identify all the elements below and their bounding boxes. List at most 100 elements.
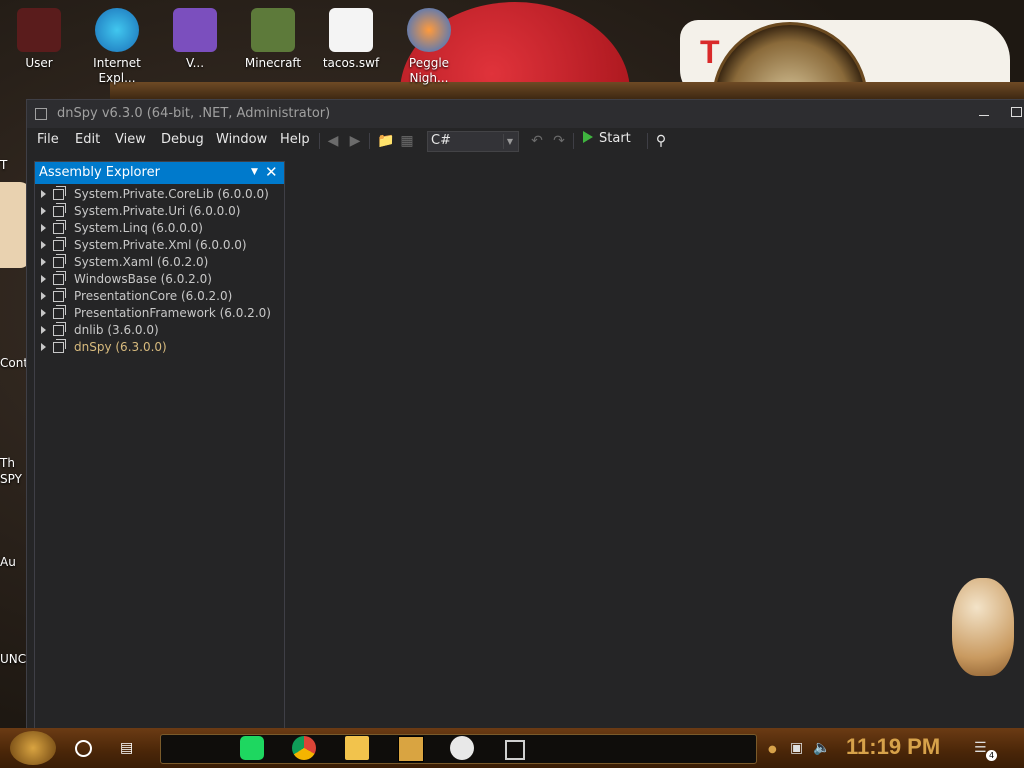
assembly-explorer-header[interactable]: Assembly Explorer ▼ ✕ [35, 162, 284, 184]
assembly-icon [53, 203, 66, 217]
redo-icon[interactable]: ↷ [551, 133, 567, 149]
assembly-icon [53, 271, 66, 285]
start-debugging-button[interactable]: Start [583, 131, 631, 151]
hamster-desktop-pet[interactable] [952, 578, 1014, 676]
assembly-label: System.Private.Uri (6.0.0.0) [74, 204, 241, 218]
close-icon[interactable]: ✕ [265, 163, 278, 181]
tray-chevron-icon[interactable]: ● [768, 744, 777, 755]
menu-edit[interactable]: Edit [75, 132, 100, 147]
network-icon[interactable]: ▣ [790, 740, 803, 756]
assembly-tree-item[interactable]: System.Private.CoreLib (6.0.0.0) [35, 186, 284, 203]
start-button[interactable] [10, 731, 56, 765]
assembly-icon [53, 322, 66, 336]
assembly-label: PresentationFramework (6.0.2.0) [74, 306, 271, 320]
minimize-button[interactable] [977, 104, 993, 122]
assembly-tree-item[interactable]: System.Private.Xml (6.0.0.0) [35, 237, 284, 254]
search-circle-icon[interactable] [75, 740, 92, 757]
open-folder-icon[interactable]: 📁 [377, 133, 394, 149]
toolbar-separator [369, 133, 370, 149]
expand-arrow-icon[interactable] [41, 275, 46, 283]
assembly-explorer-panel: Assembly Explorer ▼ ✕ System.Private.Cor… [34, 161, 285, 730]
search-icon[interactable]: ⚲ [653, 133, 669, 149]
assembly-icon [53, 186, 66, 200]
assembly-tree-item[interactable]: PresentationFramework (6.0.2.0) [35, 305, 284, 322]
assembly-tree-item[interactable]: PresentationCore (6.0.2.0) [35, 288, 284, 305]
assembly-tree-item[interactable]: System.Linq (6.0.0.0) [35, 220, 284, 237]
maximize-button[interactable] [1011, 107, 1022, 117]
assembly-label: PresentationCore (6.0.2.0) [74, 289, 233, 303]
assembly-icon [53, 339, 66, 353]
expand-arrow-icon[interactable] [41, 190, 46, 198]
menu-bar: File Edit View Debug Window Help [27, 128, 1024, 154]
menu-view[interactable]: View [115, 132, 146, 147]
navigate-back-icon[interactable]: ◀ [325, 133, 341, 149]
assembly-label: System.Private.Xml (6.0.0.0) [74, 238, 247, 252]
chevron-down-icon: ▼ [503, 134, 516, 149]
expand-arrow-icon[interactable] [41, 343, 46, 351]
expand-arrow-icon[interactable] [41, 224, 46, 232]
desktop-icon-label: Minecraft [244, 56, 302, 70]
spotify-taskbar-icon[interactable] [240, 736, 264, 760]
navigate-forward-icon[interactable]: ▶ [347, 133, 363, 149]
toolbar-separator [647, 133, 648, 149]
desktop-icon-label: Peggle Nigh... [408, 56, 450, 85]
menu-file[interactable]: File [37, 132, 59, 147]
menu-debug[interactable]: Debug [161, 132, 204, 147]
wallpaper-strip [110, 82, 1024, 100]
menu-window[interactable]: Window [216, 132, 267, 147]
expand-arrow-icon[interactable] [41, 326, 46, 334]
expand-arrow-icon[interactable] [41, 207, 46, 215]
assembly-tree-item[interactable]: dnlib (3.6.0.0) [35, 322, 284, 339]
assembly-label: dnlib (3.6.0.0) [74, 323, 159, 337]
window-title: dnSpy v6.3.0 (64-bit, .NET, Administrato… [57, 106, 331, 121]
file-explorer-taskbar-icon[interactable] [345, 736, 369, 760]
toolbar-separator [319, 133, 320, 149]
desktop-icon-label: User [25, 56, 53, 70]
assembly-label: System.Linq (6.0.0.0) [74, 221, 203, 235]
assembly-label: System.Xaml (6.0.2.0) [74, 255, 209, 269]
desktop-icon-label: Internet Expl... [93, 56, 141, 85]
play-icon [583, 131, 593, 143]
taskbar-clock[interactable]: 11:19 PM [846, 734, 940, 760]
desktop-icon-tacos-swf[interactable]: tacos.swf [316, 2, 386, 71]
assembly-icon [53, 288, 66, 302]
assembly-icon [53, 254, 66, 268]
expand-arrow-icon[interactable] [41, 292, 46, 300]
expand-arrow-icon[interactable] [41, 241, 46, 249]
assembly-icon [53, 220, 66, 234]
toolbar-separator [573, 133, 574, 149]
undo-icon[interactable]: ↶ [529, 133, 545, 149]
dnspy-taskbar-icon[interactable] [505, 740, 525, 760]
assembly-tree: System.Private.CoreLib (6.0.0.0) System.… [35, 186, 284, 356]
desktop-icon-peggle[interactable]: Peggle Nigh... [394, 2, 464, 86]
app-taskbar-icon[interactable] [450, 736, 474, 760]
chrome-taskbar-icon[interactable] [292, 736, 316, 760]
window-titlebar[interactable]: dnSpy v6.3.0 (64-bit, .NET, Administrato… [27, 100, 1024, 128]
assembly-tree-item[interactable]: System.Xaml (6.0.2.0) [35, 254, 284, 271]
dnspy-window: dnSpy v6.3.0 (64-bit, .NET, Administrato… [26, 99, 1024, 730]
volume-muted-icon[interactable]: 🔈 [813, 740, 830, 756]
assembly-tree-item[interactable]: WindowsBase (6.0.2.0) [35, 271, 284, 288]
save-icon[interactable]: ▦ [399, 133, 415, 149]
assembly-tree-item[interactable]: dnSpy (6.3.0.0) [35, 339, 284, 356]
desktop-icon-label: tacos.swf [322, 56, 380, 70]
assembly-label: WindowsBase (6.0.2.0) [74, 272, 212, 286]
notification-count-badge: 4 [986, 750, 997, 761]
desktop-icon-internet-explorer[interactable]: Internet Expl... [82, 2, 152, 86]
window-icon [35, 108, 47, 120]
expand-arrow-icon[interactable] [41, 309, 46, 317]
flash-file-icon [329, 8, 373, 52]
decompiler-taskbar-icon[interactable] [398, 736, 424, 762]
menu-help[interactable]: Help [280, 132, 310, 147]
desktop-icon-minecraft[interactable]: Minecraft [238, 2, 308, 71]
language-select[interactable]: C# ▼ [427, 131, 519, 152]
task-view-icon[interactable]: ▤ [120, 740, 138, 756]
desktop-icon-visual-studio[interactable]: V... [160, 2, 230, 71]
panel-menu-dropdown-icon[interactable]: ▼ [251, 167, 258, 177]
assembly-tree-item[interactable]: System.Private.Uri (6.0.0.0) [35, 203, 284, 220]
expand-arrow-icon[interactable] [41, 258, 46, 266]
minecraft-icon [251, 8, 295, 52]
visual-studio-icon [173, 8, 217, 52]
desktop-icon-user[interactable]: User [4, 2, 74, 71]
desktop-icon-label: V... [185, 56, 205, 70]
